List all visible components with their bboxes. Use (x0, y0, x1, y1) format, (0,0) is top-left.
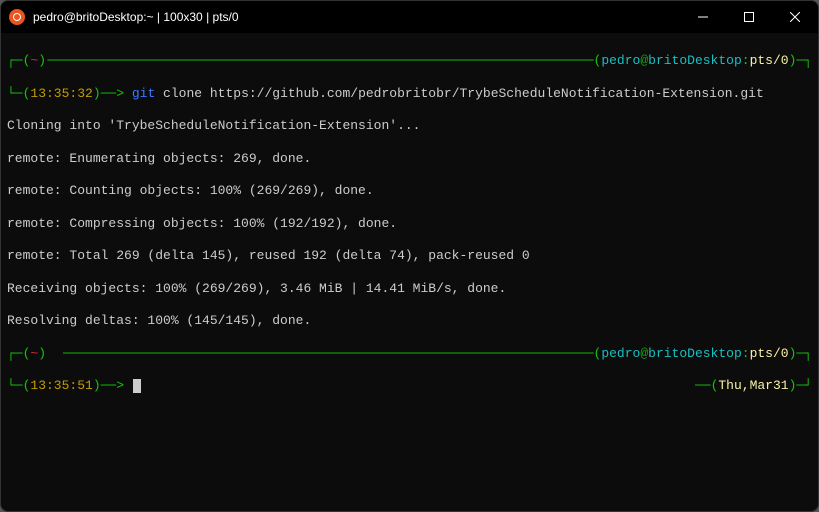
terminal-body[interactable]: ┌─(~)───────────────────────────────────… (1, 33, 818, 511)
cmd-git: git (132, 86, 155, 101)
close-icon (790, 12, 800, 22)
prompt-host: britoDesktop (648, 53, 742, 68)
prompt-host: britoDesktop (648, 346, 742, 361)
output-line: remote: Enumerating objects: 269, done. (7, 151, 812, 167)
output-line: Cloning into 'TrybeScheduleNotification-… (7, 118, 812, 134)
prompt-tty: pts/0 (750, 346, 789, 361)
prompt-at: @ (640, 346, 648, 361)
window-title: pedro@britoDesktop:~ | 100x30 | pts/0 (33, 10, 239, 24)
prompt-cmd-line-2: └─(13:35:51)──> ──(Thu,Mar31)─┘ (7, 378, 812, 394)
prompt-top-line-2: ┌─(~)───────────────────────────────────… (7, 346, 812, 362)
prompt-user: pedro (601, 53, 640, 68)
deco-corner-bl: └─( (7, 378, 30, 393)
output-line: remote: Total 269 (delta 145), reused 19… (7, 248, 812, 264)
deco-corner: ┌─( (7, 346, 30, 361)
deco-date-open: ──( (695, 378, 718, 393)
prompt-cmd-line-1: └─(13:35:32)──> git clone https://github… (7, 86, 812, 102)
minimize-button[interactable] (680, 1, 726, 33)
deco-dash: ────────────────────────────────────────… (47, 53, 601, 68)
prompt-time: 13:35:32 (30, 86, 92, 101)
terminal-window: pedro@britoDesktop:~ | 100x30 | pts/0 ┌─… (0, 0, 819, 512)
cmd-args: clone https://github.com/pedrobritobr/Tr… (155, 86, 764, 101)
window-controls (680, 1, 818, 33)
deco-corner-r: )─┐ (789, 53, 812, 68)
deco-close: ) (38, 346, 46, 361)
deco-arrow: )──> (93, 378, 132, 393)
deco-dash: ────────────────────────────────────────… (63, 346, 601, 361)
prompt-sep: : (742, 346, 750, 361)
prompt-at: @ (640, 53, 648, 68)
deco-corner-r: )─┐ (789, 346, 812, 361)
minimize-icon (698, 12, 708, 22)
close-button[interactable] (772, 1, 818, 33)
deco-close: ) (38, 53, 46, 68)
maximize-button[interactable] (726, 1, 772, 33)
ubuntu-icon (9, 9, 25, 25)
output-line: Receiving objects: 100% (269/269), 3.46 … (7, 281, 812, 297)
deco-corner-bl: └─( (7, 86, 30, 101)
prompt-sep: : (742, 53, 750, 68)
prompt-date: Thu,Mar31 (718, 378, 788, 393)
cursor (133, 379, 141, 393)
prompt-top-line-1: ┌─(~)───────────────────────────────────… (7, 53, 812, 69)
titlebar[interactable]: pedro@britoDesktop:~ | 100x30 | pts/0 (1, 1, 818, 33)
prompt-tty: pts/0 (750, 53, 789, 68)
output-line: Resolving deltas: 100% (145/145), done. (7, 313, 812, 329)
deco-corner: ┌─( (7, 53, 30, 68)
prompt-time: 13:35:51 (30, 378, 92, 393)
prompt-user: pedro (601, 346, 640, 361)
output-line: remote: Counting objects: 100% (269/269)… (7, 183, 812, 199)
deco-date-close: )─┘ (789, 378, 812, 393)
output-line: remote: Compressing objects: 100% (192/1… (7, 216, 812, 232)
deco-arrow: )──> (93, 86, 132, 101)
maximize-icon (744, 12, 754, 22)
